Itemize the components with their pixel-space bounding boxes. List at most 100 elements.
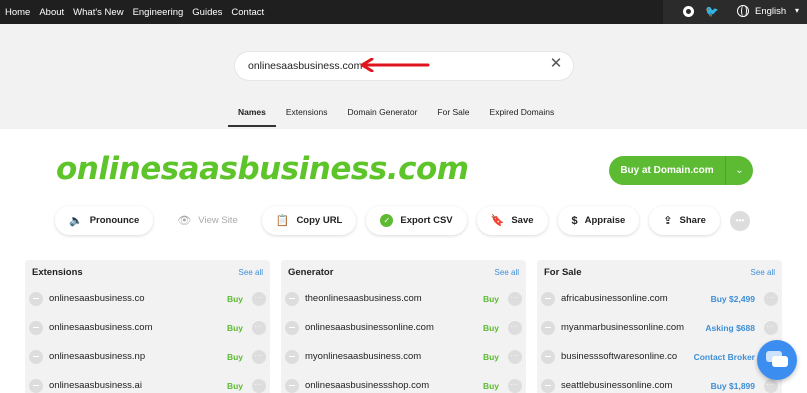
buy-link[interactable]: Buy — [483, 294, 499, 304]
chat-bubble-front — [772, 356, 788, 367]
nav-link-guides[interactable]: Guides — [192, 7, 222, 18]
remove-icon[interactable] — [29, 378, 43, 393]
twitter-icon[interactable]: 🐦 — [705, 5, 719, 18]
more-icon[interactable] — [764, 378, 778, 393]
tab-for-sale[interactable]: For Sale — [437, 103, 469, 127]
more-icon[interactable] — [252, 320, 266, 335]
tab-bar: Names Extensions Domain Generator For Sa… — [228, 103, 564, 127]
action-bar: 🔈 Pronounce 👁 View Site 📋 Copy URL ✓ Exp… — [55, 206, 760, 235]
remove-icon[interactable] — [541, 378, 555, 393]
remove-icon[interactable] — [541, 349, 555, 364]
red-arrow-annotation — [360, 58, 430, 72]
domain-name: theonlinesaasbusiness.com — [305, 293, 422, 304]
tab-extensions[interactable]: Extensions — [286, 103, 328, 127]
view-site-button[interactable]: 👁 View Site — [163, 206, 252, 235]
eye-icon: 👁 — [177, 215, 192, 227]
copy-url-button[interactable]: 📋 Copy URL — [261, 206, 357, 235]
buy-link[interactable]: Buy — [227, 352, 243, 362]
see-all-link[interactable]: See all — [495, 268, 519, 277]
more-icon[interactable] — [508, 349, 522, 364]
list-item[interactable]: myanmarbusinessonline.com Asking $688 — [537, 313, 782, 342]
buy-link[interactable]: Buy — [483, 381, 499, 391]
remove-icon[interactable] — [541, 320, 555, 335]
clipboard-icon: 📋 — [275, 215, 290, 227]
buy-link[interactable]: Buy — [227, 294, 243, 304]
domain-name: africabusinessonline.com — [561, 293, 668, 304]
list-item[interactable]: africabusinessonline.com Buy $2,499 — [537, 284, 782, 313]
buy-link[interactable]: Buy — [227, 381, 243, 391]
domain-name: onlinesaasbusiness.np — [49, 351, 146, 362]
list-item[interactable]: onlinesaasbusiness.ai Buy — [25, 371, 270, 393]
tab-expired-domains[interactable]: Expired Domains — [490, 103, 555, 127]
domain-name: myonlinesaasbusiness.com — [305, 351, 422, 362]
more-icon[interactable] — [508, 378, 522, 393]
list-item[interactable]: onlinesaasbusinessonline.com Buy — [281, 313, 526, 342]
list-item[interactable]: seattlebusinessonline.com Buy $1,899 — [537, 371, 782, 393]
top-navigation: Home About What's New Engineering Guides… — [0, 0, 807, 24]
nav-links: Home About What's New Engineering Guides… — [0, 7, 273, 18]
search-area: ✕ Names Extensions Domain Generator For … — [0, 24, 807, 129]
share-label: Share — [679, 215, 706, 226]
more-icon[interactable] — [508, 291, 522, 306]
panel-header: Generator See all — [281, 260, 526, 284]
remove-icon[interactable] — [285, 291, 299, 306]
see-all-link[interactable]: See all — [751, 268, 775, 277]
appraise-button[interactable]: $ Appraise — [557, 206, 640, 235]
list-item[interactable]: theonlinesaasbusiness.com Buy — [281, 284, 526, 313]
buy-link[interactable]: Buy — [483, 352, 499, 362]
buy-link[interactable]: Buy $1,899 — [711, 381, 755, 391]
list-item[interactable]: myonlinesaasbusiness.com Buy — [281, 342, 526, 371]
more-icon[interactable] — [764, 291, 778, 306]
buy-button-label: Buy at Domain.com — [620, 165, 714, 176]
buy-link[interactable]: Buy — [483, 323, 499, 333]
language-selector[interactable]: English — [755, 6, 786, 17]
more-options-icon[interactable]: ••• — [729, 210, 750, 231]
pronounce-button[interactable]: 🔈 Pronounce — [55, 206, 154, 235]
remove-icon[interactable] — [29, 349, 43, 364]
tab-domain-generator[interactable]: Domain Generator — [347, 103, 417, 127]
tab-names[interactable]: Names — [228, 103, 276, 127]
remove-icon[interactable] — [285, 320, 299, 335]
nav-link-home[interactable]: Home — [5, 7, 30, 18]
buy-link[interactable]: Buy — [227, 323, 243, 333]
remove-icon[interactable] — [285, 349, 299, 364]
more-icon[interactable] — [508, 320, 522, 335]
remove-icon[interactable] — [285, 378, 299, 393]
share-button[interactable]: ⇪ Share — [649, 206, 720, 235]
remove-icon[interactable] — [29, 320, 43, 335]
list-item[interactable]: onlinesaasbusiness.np Buy — [25, 342, 270, 371]
list-item[interactable]: onlinesaasbusiness.com Buy — [25, 313, 270, 342]
see-all-link[interactable]: See all — [239, 268, 263, 277]
buy-link[interactable]: Buy $2,499 — [711, 294, 755, 304]
more-icon[interactable] — [252, 378, 266, 393]
more-icon[interactable] — [252, 291, 266, 306]
remove-icon[interactable] — [29, 291, 43, 306]
list-item[interactable]: businesssoftwaresonline.co Contact Broke… — [537, 342, 782, 371]
chevron-down-icon[interactable]: ▾ — [795, 6, 799, 15]
panel-title: For Sale — [544, 266, 582, 278]
buy-link[interactable]: Contact Broker — [694, 352, 755, 362]
more-icon[interactable] — [764, 320, 778, 335]
chat-icon[interactable] — [757, 340, 797, 380]
save-button[interactable]: 🔖 Save — [476, 206, 548, 235]
nav-link-engineering[interactable]: Engineering — [133, 7, 184, 18]
close-icon[interactable]: ✕ — [549, 56, 563, 71]
save-label: Save — [511, 215, 534, 226]
list-item[interactable]: onlinesaasbusiness.co Buy — [25, 284, 270, 313]
domain-name: onlinesaasbusinessshop.com — [305, 380, 430, 391]
nav-link-about[interactable]: About — [39, 7, 64, 18]
export-csv-button[interactable]: ✓ Export CSV — [366, 206, 467, 235]
github-icon[interactable] — [683, 6, 694, 17]
export-csv-label: Export CSV — [400, 215, 453, 226]
nav-link-whats-new[interactable]: What's New — [73, 7, 123, 18]
list-item[interactable]: onlinesaasbusinessshop.com Buy — [281, 371, 526, 393]
remove-icon[interactable] — [541, 291, 555, 306]
nav-link-contact[interactable]: Contact — [231, 7, 264, 18]
nav-right-area: 🐦 English ▾ — [663, 0, 807, 24]
buy-at-domain-button[interactable]: Buy at Domain.com ⌄ — [609, 156, 753, 185]
chevron-down-icon[interactable]: ⌄ — [726, 165, 753, 176]
buy-link[interactable]: Asking $688 — [705, 323, 755, 333]
globe-icon[interactable] — [737, 5, 749, 17]
more-icon[interactable] — [252, 349, 266, 364]
bookmark-icon: 🔖 — [490, 215, 505, 227]
